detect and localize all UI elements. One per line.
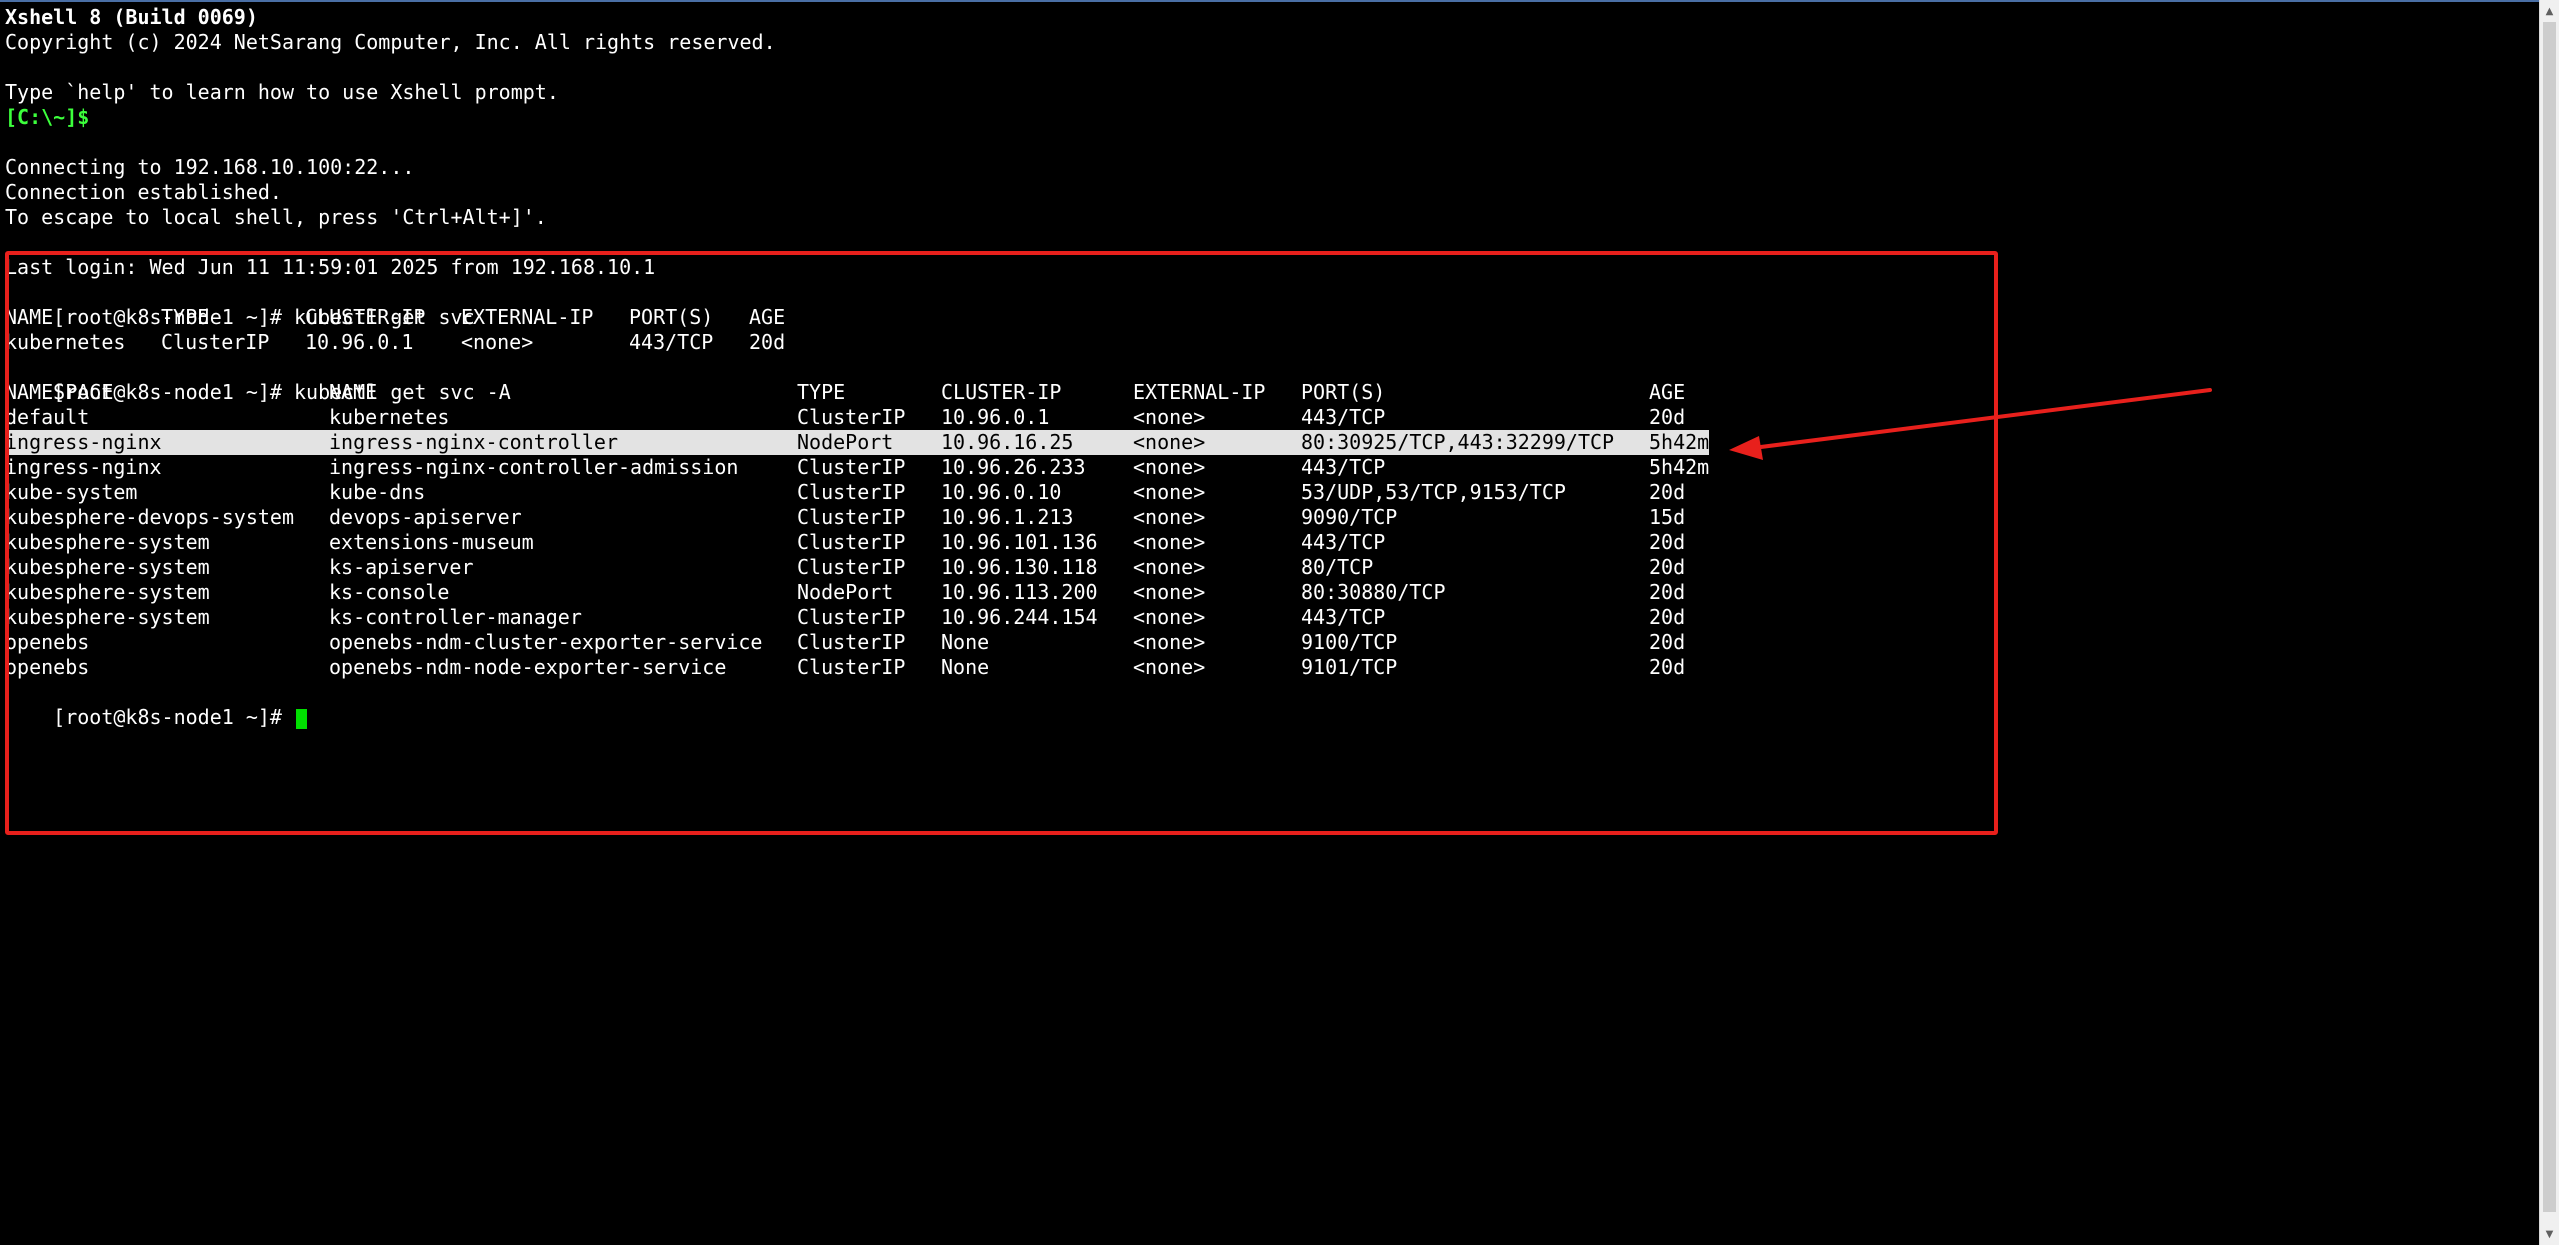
terminal-output[interactable]: Xshell 8 (Build 0069) Copyright (c) 2024… — [5, 5, 2525, 1241]
scrollbar-thumb[interactable] — [2543, 22, 2556, 1212]
connecting-line: Connecting to 192.168.10.100:22... — [5, 155, 415, 179]
copyright-line: Copyright (c) 2024 NetSarang Computer, I… — [5, 30, 776, 54]
vertical-scrollbar[interactable]: ▲ ▼ — [2539, 0, 2559, 1245]
local-shell-prompt: [C:\~]$ — [5, 105, 90, 129]
window-top-border — [0, 0, 2559, 2]
escape-hint-line: To escape to local shell, press 'Ctrl+Al… — [5, 205, 547, 229]
annotation-highlight-box — [5, 251, 1998, 835]
app-title-line: Xshell 8 (Build 0069) — [5, 5, 258, 29]
connection-established-line: Connection established. — [5, 180, 282, 204]
annotation-arrow-icon — [1729, 388, 2212, 460]
scroll-up-icon[interactable]: ▲ — [2540, 2, 2559, 22]
scroll-down-icon[interactable]: ▼ — [2540, 1225, 2559, 1245]
help-hint-line: Type `help' to learn how to use Xshell p… — [5, 80, 559, 104]
